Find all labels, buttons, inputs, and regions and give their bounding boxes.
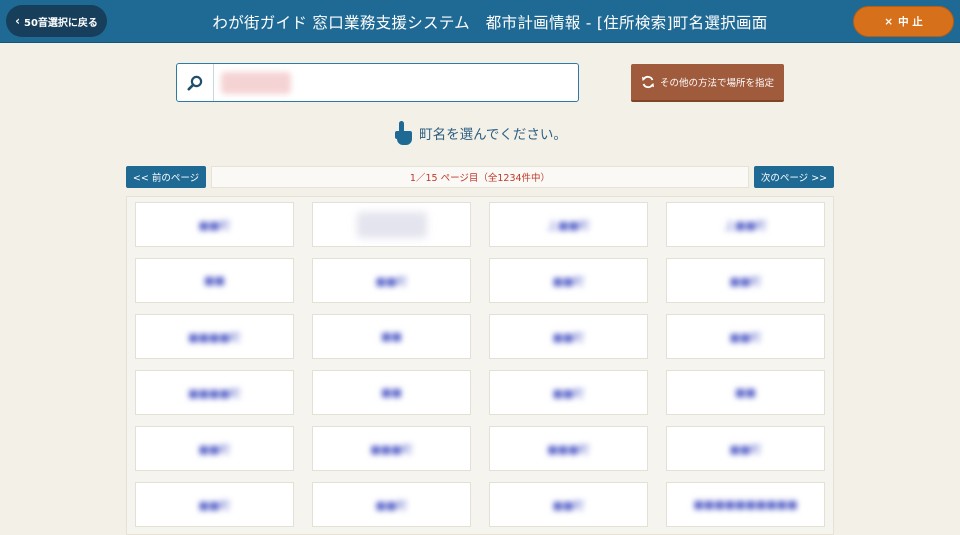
town-name: 上■■町 <box>724 218 767 232</box>
town-name: ■■町 <box>198 218 231 232</box>
town-name: ■■町 <box>552 330 585 344</box>
town-cell[interactable]: ■■町 <box>666 314 825 359</box>
town-name: ■■■■町 <box>188 330 241 344</box>
page-indicator: 1／15 ページ目（全1234件中） <box>211 166 749 188</box>
town-name: ■■町 <box>552 498 585 512</box>
town-cell[interactable]: ■■ <box>312 314 471 359</box>
town-cell[interactable]: ■■町 <box>135 202 294 247</box>
town-name: ■■町 <box>729 442 762 456</box>
town-cell[interactable]: ■■■■■■■■■■ <box>666 482 825 527</box>
cancel-button[interactable]: × 中 止 <box>853 6 954 37</box>
town-cell[interactable]: ■■町 <box>666 426 825 471</box>
town-cell[interactable]: ■■ <box>666 370 825 415</box>
town-name: ■■ <box>204 274 225 287</box>
town-cell[interactable]: ■■ <box>312 370 471 415</box>
instruction-text: 町名を選んでください。 <box>419 127 567 143</box>
town-name: ■■町 <box>552 386 585 400</box>
town-cell[interactable]: ■■■町 <box>312 426 471 471</box>
instruction: 町名を選んでください。 <box>0 118 960 148</box>
town-name: ■■町 <box>729 330 762 344</box>
town-cell[interactable]: ■■町 <box>135 482 294 527</box>
town-cell[interactable]: ■■ <box>135 258 294 303</box>
back-to-kana-button[interactable]: ‹ 50音選択に戻る <box>6 5 107 37</box>
town-cell[interactable]: 上■■町 <box>489 202 648 247</box>
other-method-label: その他の方法で場所を指定 <box>659 78 774 89</box>
town-name: ■■町 <box>729 274 762 288</box>
redacted-town-name <box>356 211 427 238</box>
town-cell[interactable]: ■■■町 <box>489 426 648 471</box>
town-name: ■■ <box>381 386 402 399</box>
other-method-button[interactable]: その他の方法で場所を指定 <box>631 64 784 102</box>
next-page-button[interactable]: 次のページ >> <box>754 166 834 188</box>
town-name: ■■町 <box>375 274 408 288</box>
refresh-icon <box>641 75 654 89</box>
town-cell[interactable]: ■■町 <box>489 314 648 359</box>
search-icon[interactable] <box>177 64 214 101</box>
town-name: ■■■■■■■■■■ <box>693 498 798 511</box>
town-name: 上■■町 <box>547 218 590 232</box>
town-cell[interactable]: 上■■町 <box>666 202 825 247</box>
cancel-button-label: 中 止 <box>898 16 923 28</box>
town-cell[interactable]: ■■町 <box>312 258 471 303</box>
town-cell[interactable] <box>312 202 471 247</box>
town-name: ■■町 <box>375 498 408 512</box>
search-box <box>176 63 579 102</box>
town-cell[interactable]: ■■■■町 <box>135 370 294 415</box>
chevron-left-icon: ‹ <box>15 14 21 28</box>
page-title: わが街ガイド 窓口業務支援システム 都市計画情報 - [住所検索]町名選択画面 <box>212 13 768 32</box>
town-name: ■■■町 <box>547 442 590 456</box>
town-grid: ■■町 上■■町 上■■町 ■■ ■■町 ■■町 ■■町 ■■■■町 ■■ ■■町 ■■町 ■■■■町… <box>126 196 834 535</box>
back-button-label: 50音選択に戻る <box>24 17 98 29</box>
town-cell[interactable]: ■■町 <box>312 482 471 527</box>
redacted-search-text <box>221 72 291 94</box>
header-bar: ‹ 50音選択に戻る わが街ガイド 窓口業務支援システム 都市計画情報 - [住… <box>0 0 960 43</box>
town-name: ■■ <box>381 330 402 343</box>
pointing-hand-icon <box>395 121 413 145</box>
town-name: ■■ <box>735 386 756 399</box>
town-name: ■■町 <box>198 442 231 456</box>
town-cell[interactable]: ■■町 <box>135 426 294 471</box>
town-cell[interactable]: ■■町 <box>666 258 825 303</box>
close-icon: × <box>884 15 894 28</box>
town-cell[interactable]: ■■町 <box>489 370 648 415</box>
town-name: ■■■町 <box>370 442 413 456</box>
town-cell[interactable]: ■■町 <box>489 482 648 527</box>
town-name: ■■町 <box>198 498 231 512</box>
town-name: ■■町 <box>552 274 585 288</box>
town-cell[interactable]: ■■■■町 <box>135 314 294 359</box>
prev-page-button[interactable]: << 前のページ <box>126 166 206 188</box>
town-cell[interactable]: ■■町 <box>489 258 648 303</box>
town-name: ■■■■町 <box>188 386 241 400</box>
